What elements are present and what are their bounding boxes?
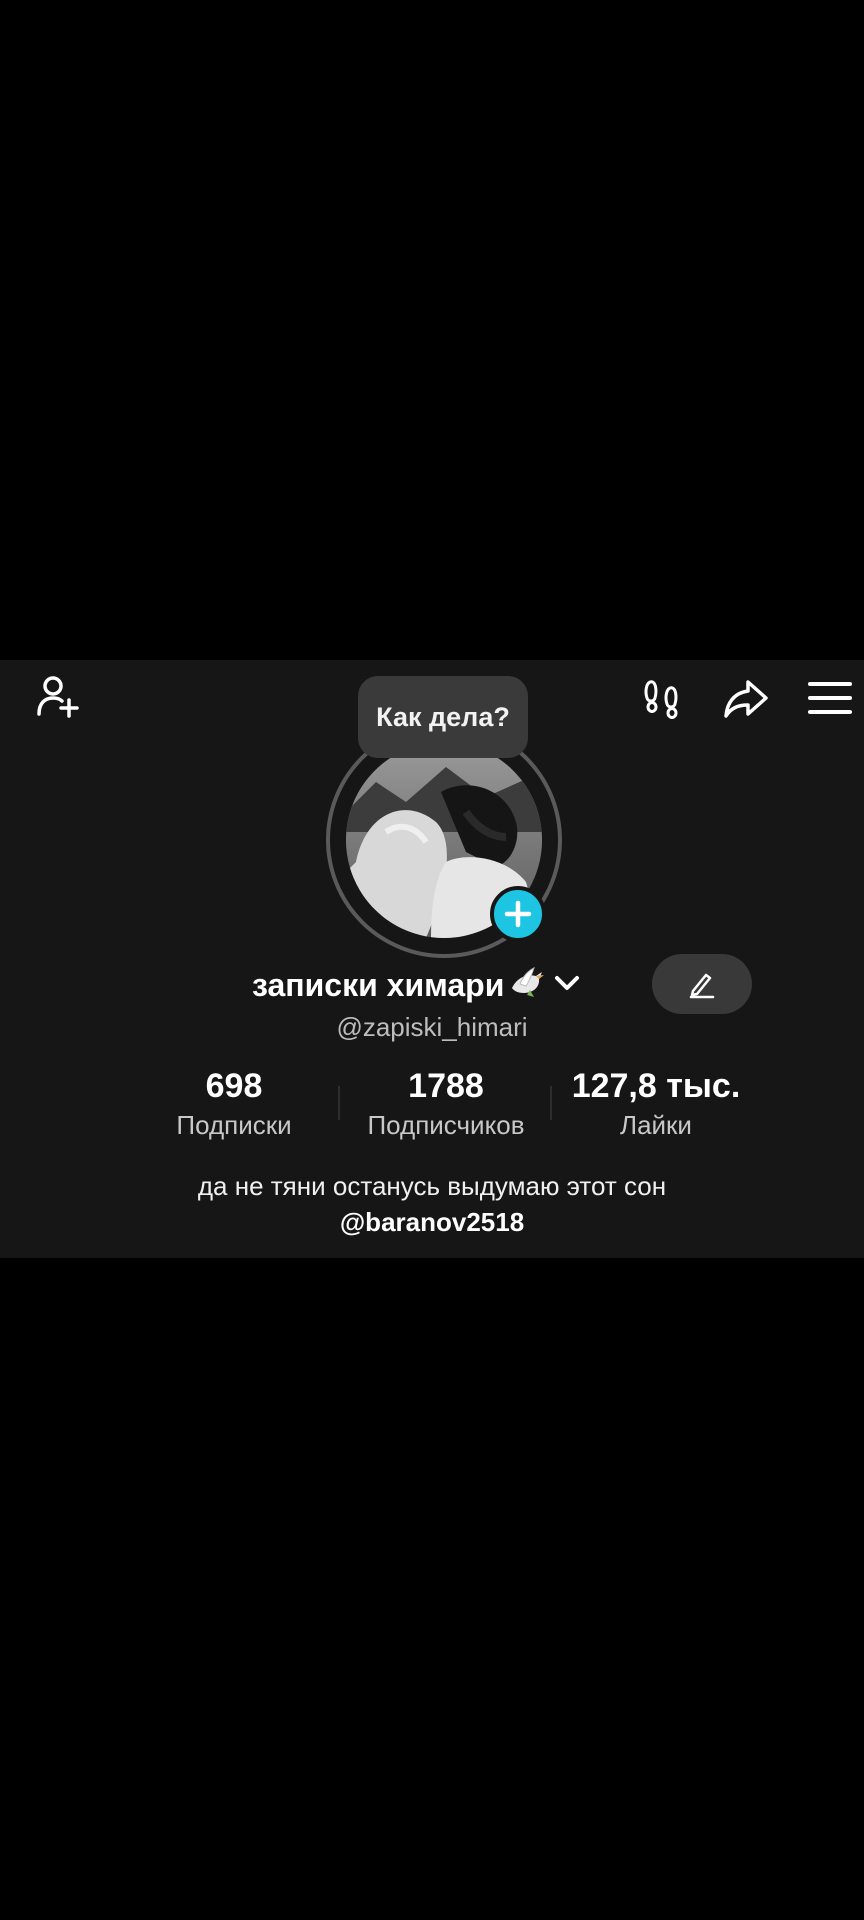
profile-views-button[interactable] (634, 668, 694, 728)
stat-followers[interactable]: 1788 Подписчиков (346, 1066, 546, 1142)
stat-label: Подписчиков (367, 1110, 525, 1140)
share-button[interactable] (716, 668, 776, 728)
stat-following[interactable]: 698 Подписки (154, 1066, 314, 1142)
add-story-button[interactable] (490, 886, 546, 942)
pencil-icon (689, 973, 715, 999)
chevron-down-icon[interactable] (554, 974, 580, 997)
status-bubble[interactable]: Как дела? (358, 676, 528, 758)
stat-label: Подписки (176, 1110, 292, 1140)
dove-icon (508, 966, 546, 1005)
add-friend-button[interactable] (28, 666, 88, 726)
footprints-icon (644, 680, 678, 719)
stat-value: 1788 (408, 1067, 484, 1105)
menu-button[interactable] (800, 668, 860, 728)
share-icon (724, 680, 768, 718)
bio-text: да не тяни останусь выдумаю этот сон (197, 1171, 667, 1201)
name-row[interactable]: записки химари (252, 960, 580, 1010)
status-bubble-text: Как дела? (376, 701, 510, 732)
display-name: записки химари (252, 966, 505, 1003)
stat-divider (338, 1086, 340, 1120)
bio-mention-link[interactable]: @baranov2518 (0, 1204, 864, 1240)
add-friend-icon (37, 676, 79, 718)
username-handle: @zapiski_himari (336, 1012, 528, 1042)
stat-likes[interactable]: 127,8 тыс. Лайки (556, 1066, 756, 1142)
stat-value: 127,8 тыс. (571, 1067, 741, 1105)
stat-divider (550, 1086, 552, 1120)
menu-icon (808, 682, 852, 714)
stat-label: Лайки (620, 1110, 692, 1140)
edit-profile-button[interactable] (652, 954, 752, 1014)
plus-icon (504, 900, 532, 928)
stat-value: 698 (205, 1067, 263, 1105)
